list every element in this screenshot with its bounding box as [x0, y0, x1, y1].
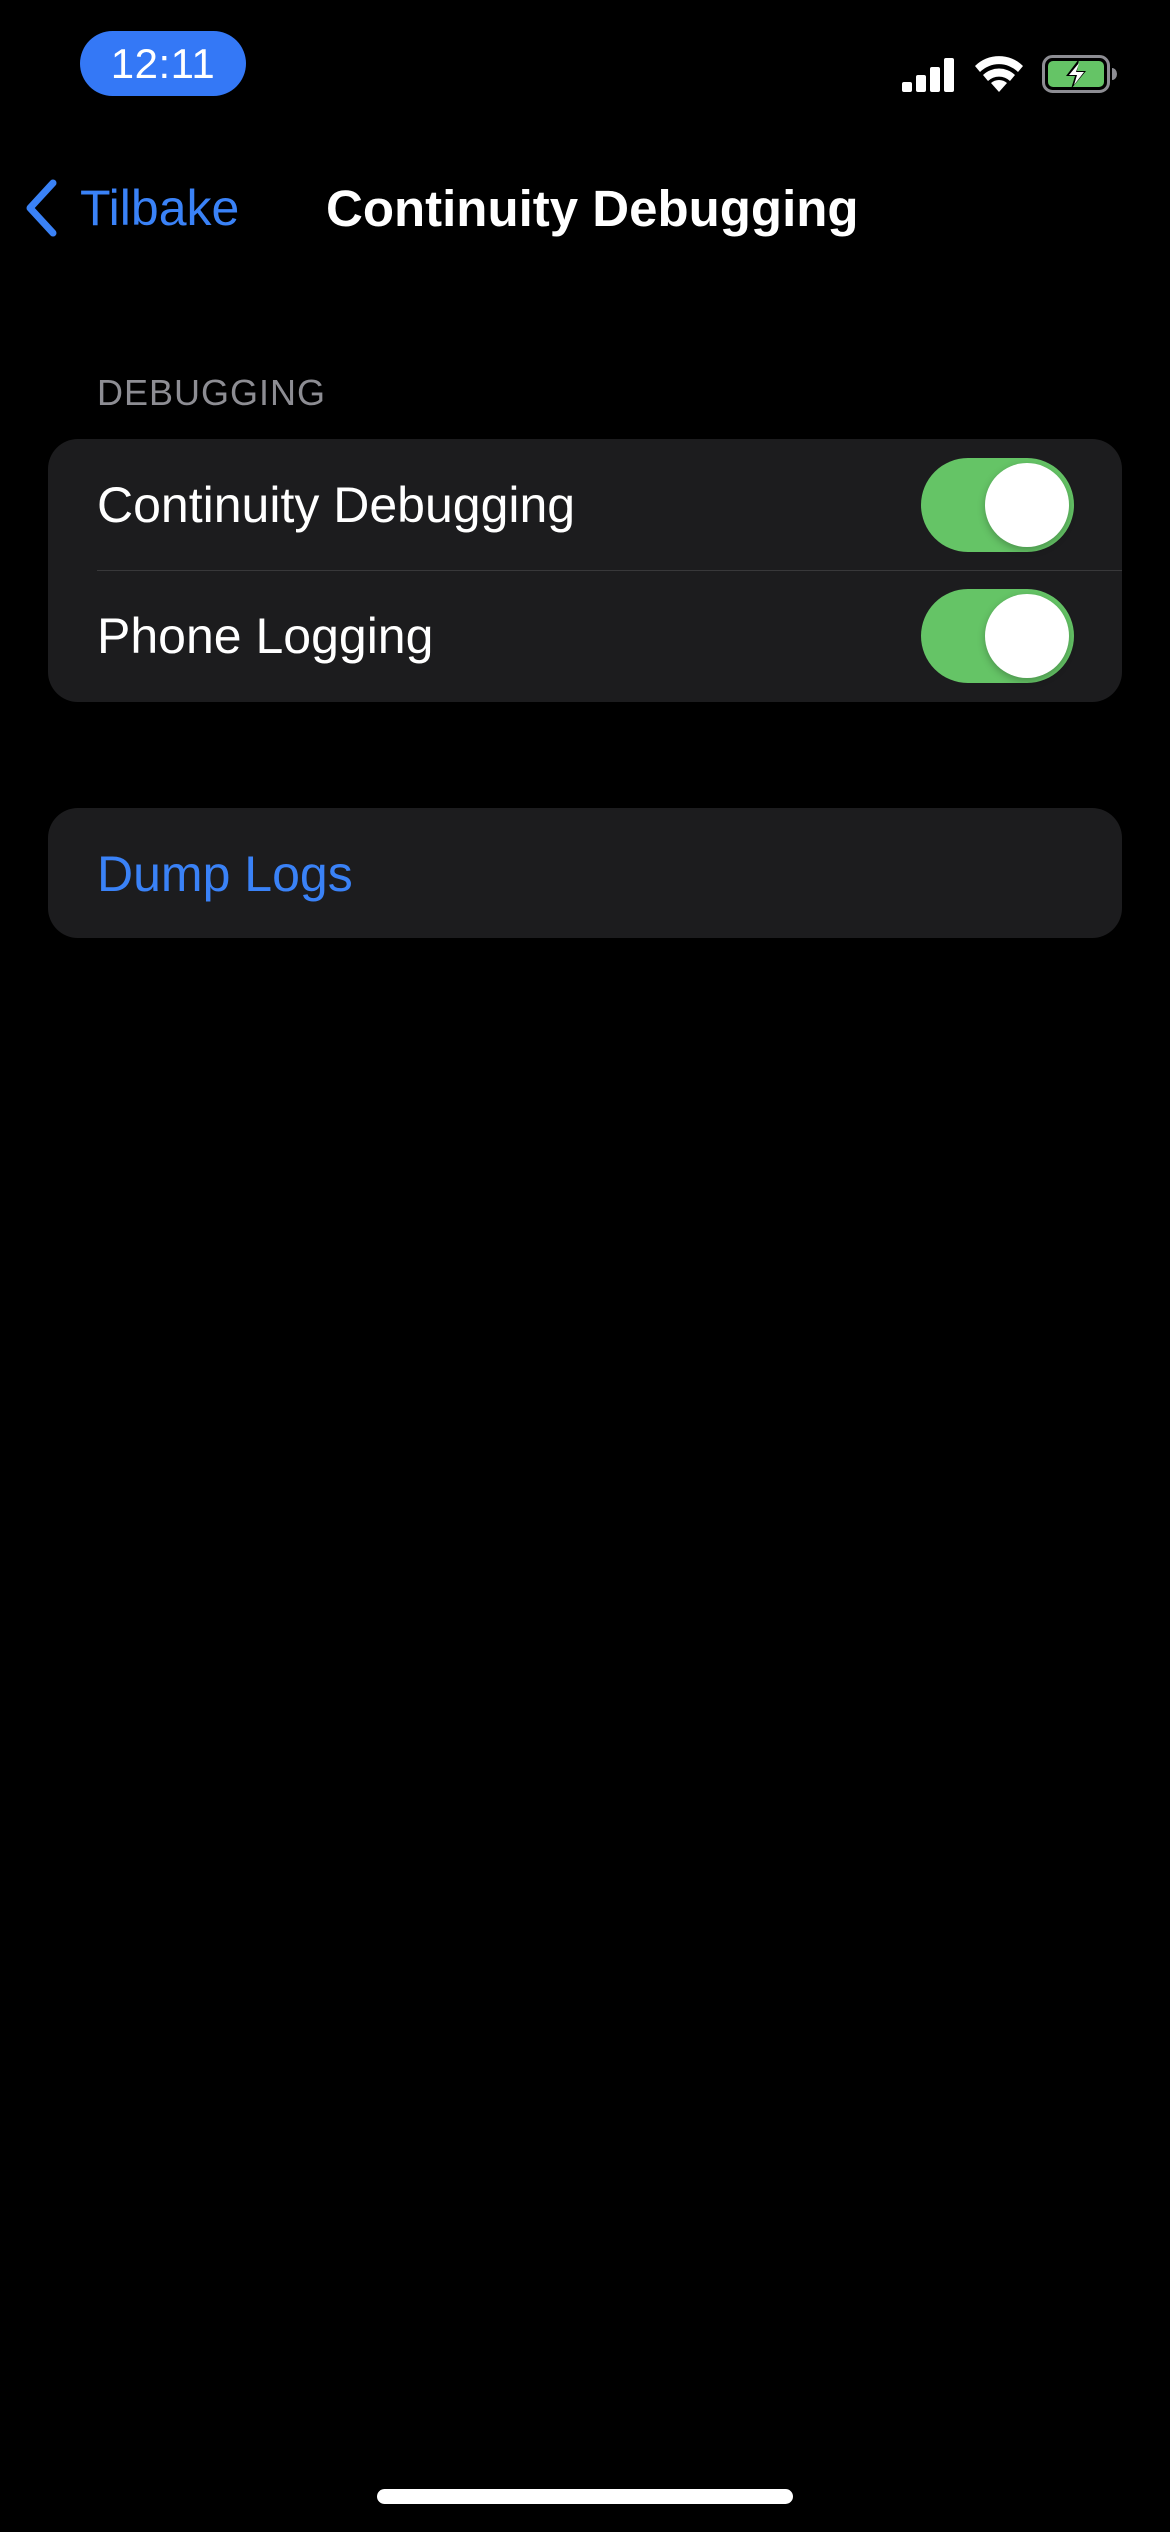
status-bar: 12:11 — [0, 0, 1170, 140]
home-indicator[interactable] — [377, 2489, 793, 2504]
row-phone-logging: Phone Logging — [48, 570, 1122, 701]
wifi-icon — [974, 55, 1024, 93]
status-time[interactable]: 12:11 — [80, 31, 246, 96]
section-header-debugging: DEBUGGING — [97, 372, 327, 413]
row-label: Phone Logging — [97, 607, 434, 664]
battery-charging-icon — [1042, 55, 1118, 93]
cellular-signal-icon — [902, 56, 956, 92]
status-icons — [902, 52, 1118, 96]
phone-logging-toggle[interactable] — [921, 588, 1074, 683]
dump-logs-label: Dump Logs — [97, 845, 353, 902]
continuity-debugging-toggle[interactable] — [921, 457, 1074, 552]
chevron-left-icon — [26, 179, 57, 237]
dump-logs-button[interactable]: Dump Logs — [48, 808, 1122, 938]
row-continuity-debugging: Continuity Debugging — [48, 439, 1122, 570]
toggle-knob — [985, 462, 1069, 547]
back-button-label: Tilbake — [80, 180, 240, 236]
back-button[interactable]: Tilbake — [24, 172, 239, 244]
row-label: Continuity Debugging — [97, 476, 576, 533]
debugging-group: Continuity Debugging Phone Logging — [48, 439, 1122, 702]
actions-group: Dump Logs — [48, 808, 1122, 938]
toggle-knob — [985, 593, 1069, 678]
navigation-bar: Tilbake Continuity Debugging — [0, 160, 1170, 256]
page-title: Continuity Debugging — [326, 179, 859, 237]
